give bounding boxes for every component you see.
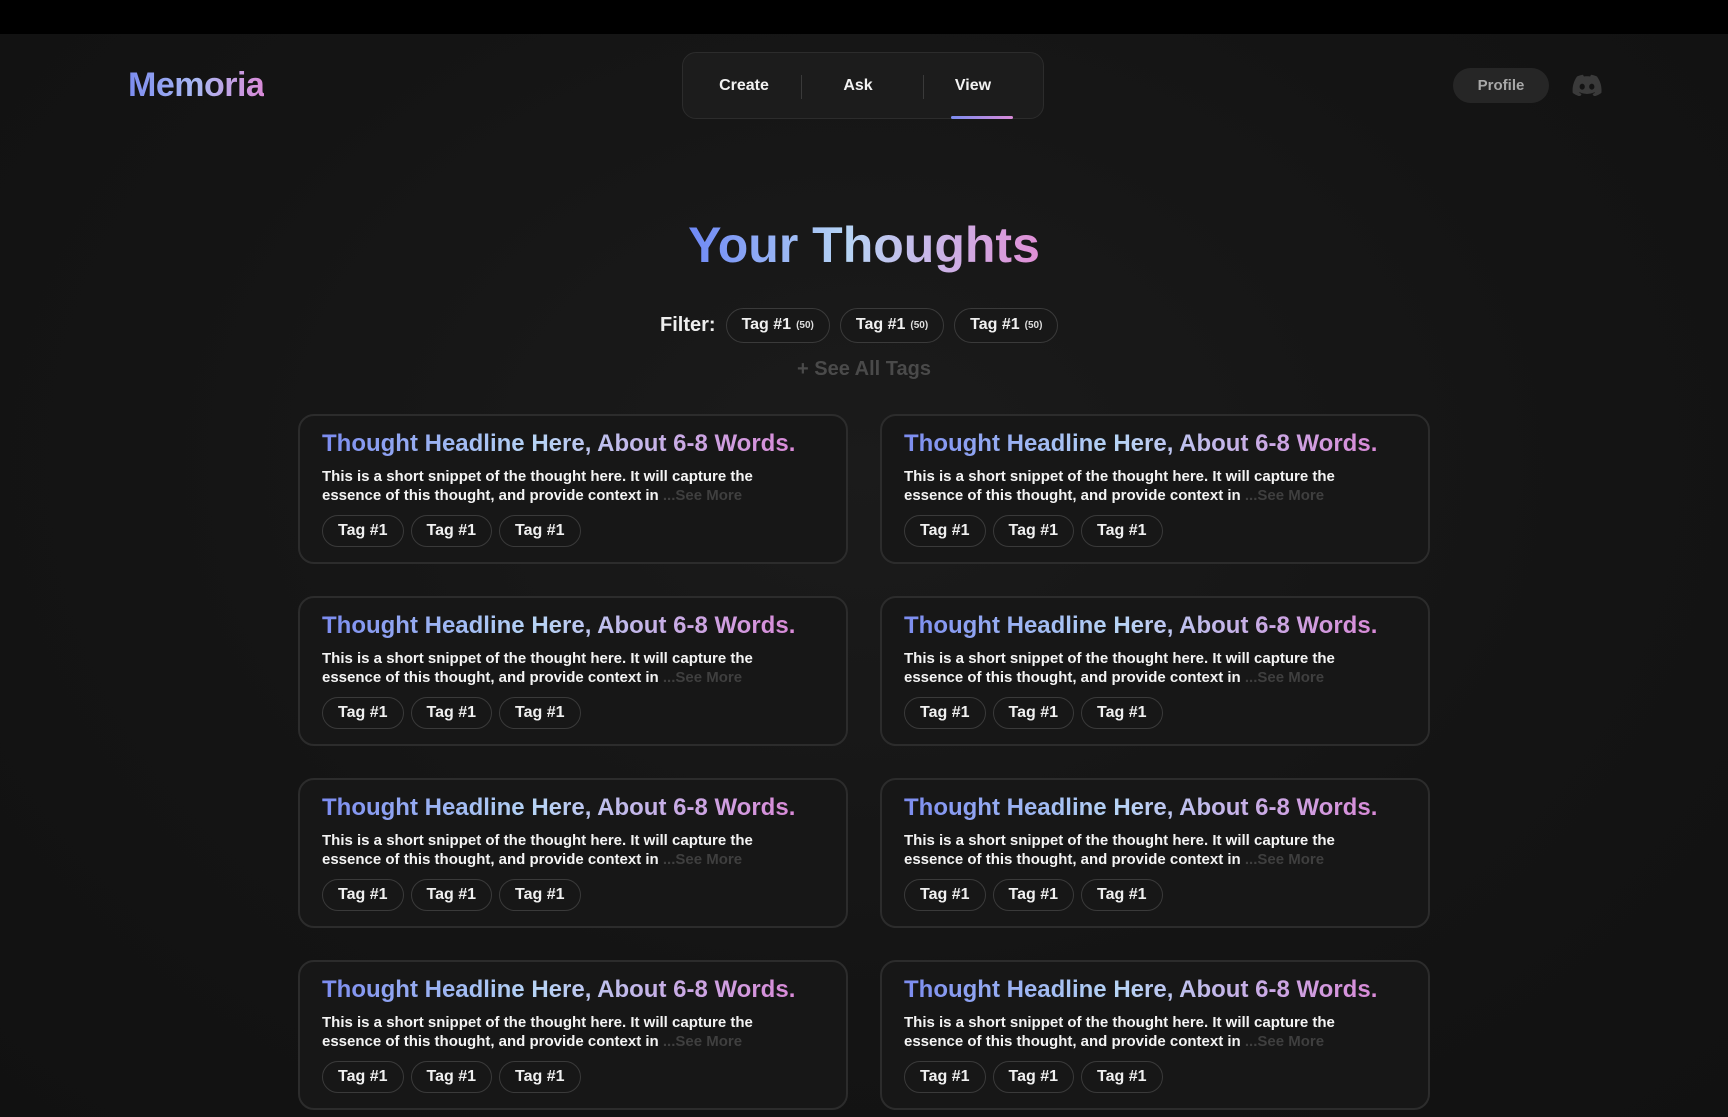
active-tab-indicator [951,116,1013,119]
thought-snippet: This is a short snippet of the thought h… [322,831,812,869]
tag-chip[interactable]: Tag #1 [904,515,986,547]
tag-chip[interactable]: Tag #1 [992,1061,1074,1093]
thought-snippet: This is a short snippet of the thought h… [904,649,1394,687]
see-all-tags-link[interactable]: + See All Tags [0,358,1728,381]
thought-card[interactable]: Thought Headline Here, About 6-8 Words. … [880,414,1430,564]
thought-card[interactable]: Thought Headline Here, About 6-8 Words. … [880,960,1430,1110]
thought-snippet: This is a short snippet of the thought h… [904,831,1394,869]
thought-snippet: This is a short snippet of the thought h… [904,467,1394,505]
see-more-link[interactable]: ...See More [663,669,742,686]
tag-chip[interactable]: Tag #1 [904,697,986,729]
tag-chip[interactable]: Tag #1 [322,1061,404,1093]
see-more-link[interactable]: ...See More [663,487,742,504]
thought-tags: Tag #1 Tag #1 Tag #1 [904,697,1170,729]
app-logo[interactable]: Memoria [128,66,265,105]
page: Memoria Create Ask View Profile Your Tho… [0,34,1728,1117]
thought-headline: Thought Headline Here, About 6-8 Words. [322,794,796,821]
nav-ask[interactable]: Ask [841,77,875,95]
thought-card[interactable]: Thought Headline Here, About 6-8 Words. … [298,778,848,928]
filter-label: Filter: [660,313,716,336]
tag-chip[interactable]: Tag #1 [410,697,492,729]
thought-tags: Tag #1 Tag #1 Tag #1 [322,1061,588,1093]
thought-tags: Tag #1 Tag #1 Tag #1 [904,879,1170,911]
tag-chip[interactable]: Tag #1 [322,697,404,729]
tag-chip[interactable]: Tag #1 [992,697,1074,729]
filter-chip-label: Tag #1 [855,316,906,333]
thought-headline: Thought Headline Here, About 6-8 Words. [904,794,1378,821]
see-more-link[interactable]: ...See More [1245,669,1324,686]
see-more-link[interactable]: ...See More [663,1033,742,1050]
tag-chip[interactable]: Tag #1 [992,515,1074,547]
tag-chip[interactable]: Tag #1 [1081,697,1163,729]
discord-icon[interactable] [1572,74,1602,96]
tag-chip[interactable]: Tag #1 [499,879,581,911]
nav-view[interactable]: View [953,77,993,95]
tag-chip[interactable]: Tag #1 [1081,879,1163,911]
thought-headline: Thought Headline Here, About 6-8 Words. [904,430,1378,457]
filter-chip-count: (50) [910,319,929,331]
thought-card[interactable]: Thought Headline Here, About 6-8 Words. … [880,778,1430,928]
tag-chip[interactable]: Tag #1 [410,879,492,911]
tag-chip[interactable]: Tag #1 [499,697,581,729]
filter-chip[interactable]: Tag #1 (50) [725,307,830,343]
filter-chip-label: Tag #1 [970,316,1020,333]
page-title: Your Thoughts [688,217,1040,273]
top-strip [0,0,1728,34]
thought-tags: Tag #1 Tag #1 Tag #1 [904,1061,1170,1093]
thought-snippet: This is a short snippet of the thought h… [322,1013,812,1051]
see-more-link[interactable]: ...See More [663,851,742,868]
thought-tags: Tag #1 Tag #1 Tag #1 [322,515,588,547]
see-more-link[interactable]: ...See More [1245,1033,1324,1050]
tag-chip[interactable]: Tag #1 [499,515,581,547]
nav-divider [923,75,924,99]
thought-headline: Thought Headline Here, About 6-8 Words. [322,430,796,457]
tag-chip[interactable]: Tag #1 [410,1061,492,1093]
thought-tags: Tag #1 Tag #1 Tag #1 [322,879,588,911]
tag-chip[interactable]: Tag #1 [410,515,492,547]
thought-snippet: This is a short snippet of the thought h… [322,467,812,505]
nav-divider [801,75,802,99]
filter-chip-count: (50) [796,319,814,331]
tag-chip[interactable]: Tag #1 [992,879,1074,911]
thought-headline: Thought Headline Here, About 6-8 Words. [322,976,796,1003]
thought-card[interactable]: Thought Headline Here, About 6-8 Words. … [880,596,1430,746]
see-more-link[interactable]: ...See More [1245,851,1324,868]
thought-headline: Thought Headline Here, About 6-8 Words. [904,612,1378,639]
thought-headline: Thought Headline Here, About 6-8 Words. [904,976,1378,1003]
thought-card[interactable]: Thought Headline Here, About 6-8 Words. … [298,596,848,746]
main-nav: Create Ask View [682,52,1044,119]
filter-chip-label: Tag #1 [741,316,792,333]
tag-chip[interactable]: Tag #1 [322,879,404,911]
tag-chip[interactable]: Tag #1 [904,1061,986,1093]
tag-chip[interactable]: Tag #1 [322,515,404,547]
filter-chip[interactable]: Tag #1 (50) [954,307,1059,343]
thought-snippet: This is a short snippet of the thought h… [322,649,812,687]
tag-chip[interactable]: Tag #1 [904,879,986,911]
filter-chip-count: (50) [1024,319,1043,331]
thought-headline: Thought Headline Here, About 6-8 Words. [322,612,796,639]
thought-tags: Tag #1 Tag #1 Tag #1 [322,697,588,729]
tag-chip[interactable]: Tag #1 [1081,515,1163,547]
profile-button[interactable]: Profile [1453,68,1549,103]
thought-tags: Tag #1 Tag #1 Tag #1 [904,515,1170,547]
filter-chip[interactable]: Tag #1 (50) [839,307,945,343]
thought-card[interactable]: Thought Headline Here, About 6-8 Words. … [298,960,848,1110]
tag-chip[interactable]: Tag #1 [1081,1061,1163,1093]
filter-bar: Filter: Tag #1 (50) Tag #1 (50) Tag #1 (… [660,307,1068,343]
thought-card[interactable]: Thought Headline Here, About 6-8 Words. … [298,414,848,564]
thought-snippet: This is a short snippet of the thought h… [904,1013,1394,1051]
see-more-link[interactable]: ...See More [1245,487,1324,504]
nav-create[interactable]: Create [717,77,771,95]
tag-chip[interactable]: Tag #1 [499,1061,581,1093]
